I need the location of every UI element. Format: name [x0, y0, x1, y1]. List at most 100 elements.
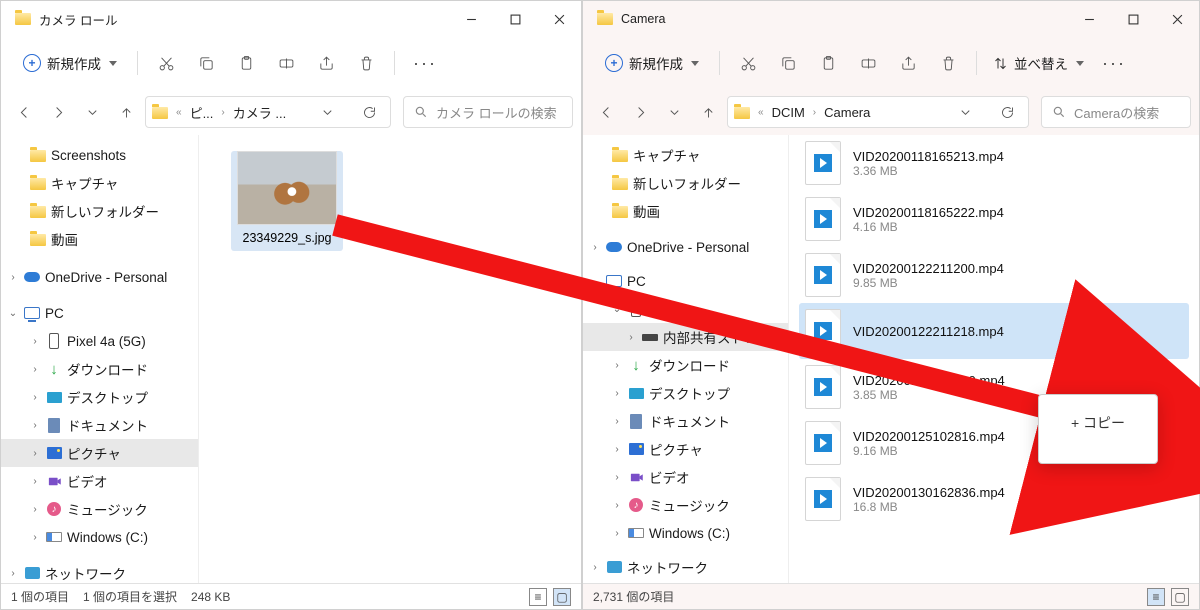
tree-item-music[interactable]: ›♪ミュージック	[583, 491, 788, 519]
view-grid-button[interactable]: ▢	[1171, 588, 1189, 606]
maximize-button[interactable]	[493, 3, 537, 35]
breadcrumb-2[interactable]: カメラ ...	[233, 103, 286, 122]
breadcrumb-2[interactable]: Camera	[824, 105, 870, 120]
video-file-icon	[805, 477, 841, 521]
sort-label: 並べ替え	[1014, 53, 1068, 73]
tree-item-newfolder[interactable]: 新しいフォルダー	[1, 197, 198, 225]
tree-item-picture[interactable]: ›ピクチャ	[1, 439, 198, 467]
back-button[interactable]	[9, 97, 39, 127]
tree-item-network[interactable]: ›ネットワーク	[1, 559, 198, 583]
search-box[interactable]: Cameraの検索	[1041, 96, 1191, 128]
status-item-count: 1 個の項目	[11, 588, 69, 605]
nav-tree[interactable]: キャプチャ 新しいフォルダー 動画 ›OneDrive - Personal ⌄…	[583, 135, 789, 583]
tree-item-document[interactable]: ›ドキュメント	[583, 407, 788, 435]
tree-item-videos[interactable]: ›ビデオ	[583, 463, 788, 491]
close-button[interactable]	[1155, 3, 1199, 35]
forward-button[interactable]	[43, 97, 73, 127]
titlebar[interactable]: カメラ ロール	[1, 1, 581, 37]
rename-button[interactable]	[850, 45, 886, 81]
tree-item-video[interactable]: 動画	[583, 197, 788, 225]
chevron-down-icon	[1076, 61, 1084, 66]
address-prefix: «	[176, 107, 182, 118]
tree-item-capture[interactable]: キャプチャ	[1, 169, 198, 197]
share-button[interactable]	[890, 45, 926, 81]
tree-item-download[interactable]: ›↓ダウンロード	[1, 355, 198, 383]
cut-button[interactable]	[730, 45, 766, 81]
paste-button[interactable]	[228, 45, 264, 81]
cut-button[interactable]	[148, 45, 184, 81]
tree-item-document[interactable]: ›ドキュメント	[1, 411, 198, 439]
tree-item-capture[interactable]: キャプチャ	[583, 141, 788, 169]
tree-item-desktop[interactable]: ›デスクトップ	[583, 379, 788, 407]
file-row[interactable]: VID20200118165213.mp43.36 MB	[799, 135, 1189, 191]
close-button[interactable]	[537, 3, 581, 35]
file-item-selected[interactable]: 23349229_s.jpg	[231, 151, 343, 251]
address-bar[interactable]: « DCIM › Camera	[727, 96, 1029, 128]
tree-item-storage[interactable]: ›内部共有ストレ	[583, 323, 788, 351]
refresh-button[interactable]	[992, 97, 1022, 127]
copy-button[interactable]	[188, 45, 224, 81]
folder-icon	[15, 11, 31, 27]
tree-item-screenshots[interactable]: Screenshots	[1, 141, 198, 169]
minimize-button[interactable]	[449, 3, 493, 35]
tree-item-picture[interactable]: ›ピクチャ	[583, 435, 788, 463]
tree-item-newfolder[interactable]: 新しいフォルダー	[583, 169, 788, 197]
explorer-window-left: カメラ ロール + 新規作成 ···	[0, 0, 582, 610]
maximize-button[interactable]	[1111, 3, 1155, 35]
addr-chevron[interactable]	[950, 97, 980, 127]
new-button[interactable]: + 新規作成	[595, 47, 709, 79]
refresh-button[interactable]	[354, 97, 384, 127]
delete-button[interactable]	[930, 45, 966, 81]
tree-item-onedrive[interactable]: ›OneDrive - Personal	[583, 233, 788, 261]
status-selection: 1 個の項目を選択	[83, 588, 177, 605]
view-list-button[interactable]: ≡	[1147, 588, 1165, 606]
delete-button[interactable]	[348, 45, 384, 81]
paste-button[interactable]	[810, 45, 846, 81]
tree-item-pc[interactable]: ⌄PC	[583, 267, 788, 295]
tree-item-desktop[interactable]: ›デスクトップ	[1, 383, 198, 411]
tree-item-videos[interactable]: ›ビデオ	[1, 467, 198, 495]
breadcrumb-1[interactable]: DCIM	[772, 105, 805, 120]
tree-item-network[interactable]: ›ネットワーク	[583, 553, 788, 581]
search-box[interactable]: カメラ ロールの検索	[403, 96, 573, 128]
tree-item-onedrive[interactable]: ›OneDrive - Personal	[1, 263, 198, 291]
share-button[interactable]	[308, 45, 344, 81]
content-pane[interactable]: 23349229_s.jpg	[199, 135, 581, 583]
file-row[interactable]: VID20200118165222.mp44.16 MB	[799, 191, 1189, 247]
more-button[interactable]: ···	[1094, 53, 1134, 74]
content-pane[interactable]: VID20200118165213.mp43.36 MB VID20200118…	[789, 135, 1199, 583]
breadcrumb-1[interactable]: ピ...	[190, 103, 214, 122]
tree-item-video[interactable]: 動画	[1, 225, 198, 253]
nav-tree[interactable]: Screenshots キャプチャ 新しいフォルダー 動画 ›OneDrive …	[1, 135, 199, 583]
status-item-count: 2,731 個の項目	[593, 588, 674, 605]
tree-item-pixel[interactable]: ›Pixel 4a (5G)	[1, 327, 198, 355]
view-grid-button[interactable]: ▢	[553, 588, 571, 606]
tree-item-music[interactable]: ›♪ミュージック	[1, 495, 198, 523]
file-row[interactable]: VID20200122211200.mp49.85 MB	[799, 247, 1189, 303]
up-button[interactable]	[111, 97, 141, 127]
more-button[interactable]: ···	[405, 53, 445, 74]
history-chevron[interactable]	[77, 97, 107, 127]
minimize-button[interactable]	[1067, 3, 1111, 35]
copy-button[interactable]	[770, 45, 806, 81]
address-bar[interactable]: « ピ... › カメラ ...	[145, 96, 391, 128]
tree-item-download[interactable]: ›↓ダウンロード	[583, 351, 788, 379]
up-button[interactable]	[693, 97, 723, 127]
tree-item-pc[interactable]: ⌄PC	[1, 299, 198, 327]
titlebar[interactable]: Camera	[583, 1, 1199, 37]
new-button[interactable]: + 新規作成	[13, 47, 127, 79]
view-list-button[interactable]: ≡	[529, 588, 547, 606]
forward-button[interactable]	[625, 97, 655, 127]
rename-button[interactable]	[268, 45, 304, 81]
video-file-icon	[805, 365, 841, 409]
sort-button[interactable]: 並べ替え	[987, 53, 1090, 73]
history-chevron[interactable]	[659, 97, 689, 127]
tree-item-windows[interactable]: ›Windows (C:)	[583, 519, 788, 547]
tree-item-windows[interactable]: ›Windows (C:)	[1, 523, 198, 551]
file-row[interactable]: VID20200130162836.mp416.8 MB	[799, 471, 1189, 527]
addr-chevron[interactable]	[312, 97, 342, 127]
tree-item-pixel[interactable]: ⌄a (5G)	[583, 295, 788, 323]
file-row-selected[interactable]: VID20200122211218.mp4	[799, 303, 1189, 359]
new-button-label: 新規作成	[47, 53, 101, 73]
back-button[interactable]	[591, 97, 621, 127]
